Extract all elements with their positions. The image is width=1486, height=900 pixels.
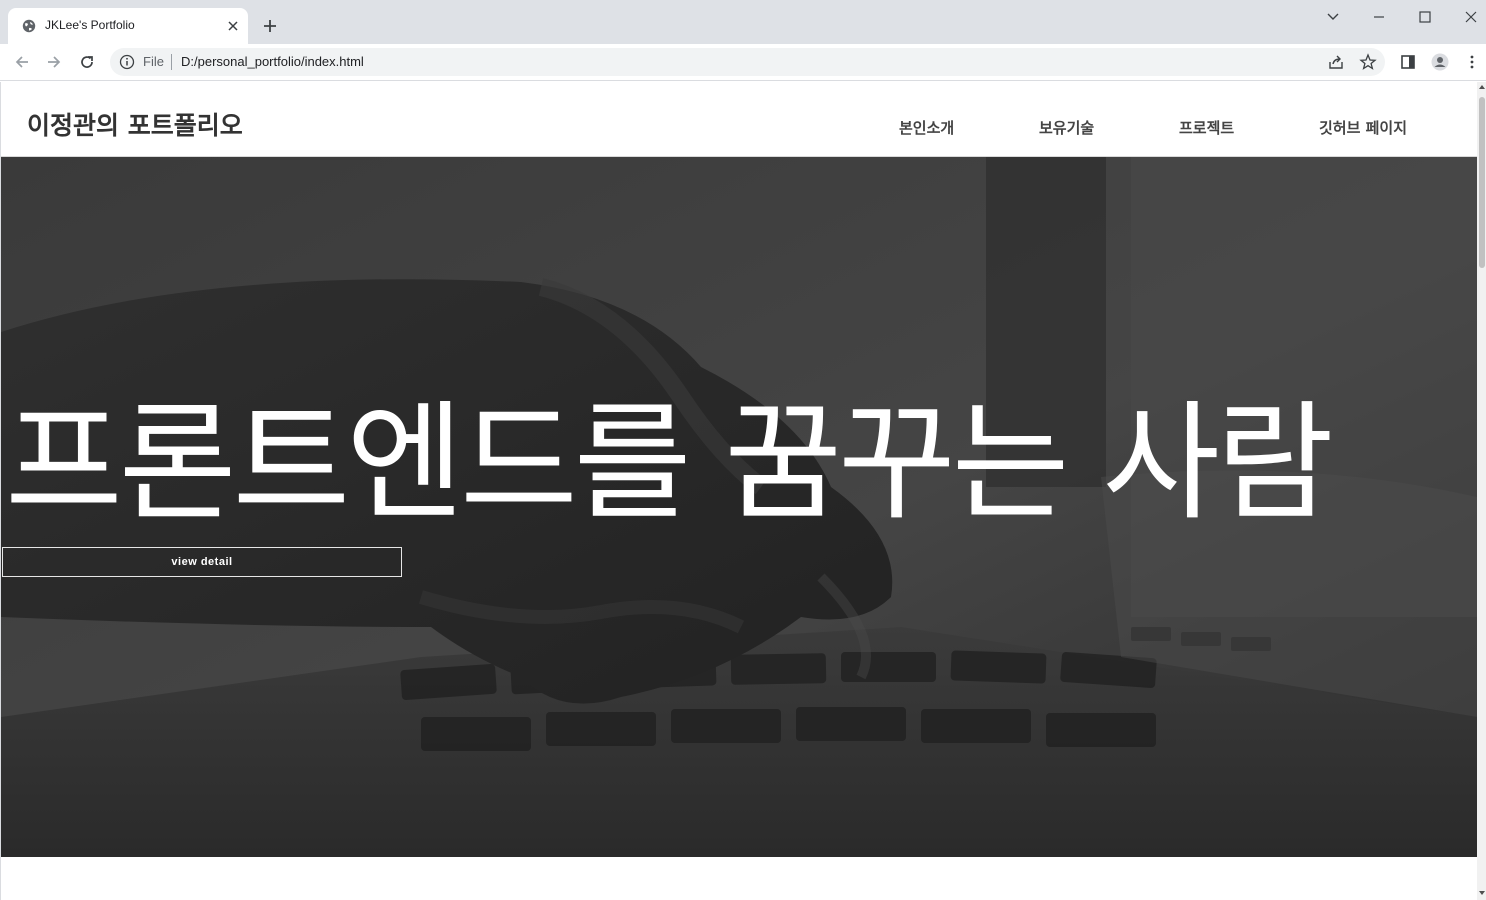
tab-title: JKLee's Portfolio: [45, 18, 135, 32]
tab-search-chevron-icon[interactable]: [1322, 8, 1344, 26]
nav-about[interactable]: 본인소개: [899, 117, 954, 138]
more-menu-icon[interactable]: [1463, 53, 1481, 71]
close-window-icon[interactable]: [1460, 8, 1482, 26]
hero-title: 프론트엔드를 꿈꾸는 사람: [5, 389, 1334, 538]
close-tab-icon[interactable]: [225, 18, 241, 34]
new-tab-icon[interactable]: [261, 17, 279, 35]
nav-github[interactable]: 깃허브 페이지: [1319, 117, 1407, 138]
browser-tab[interactable]: JKLee's Portfolio: [8, 8, 248, 44]
site-logo[interactable]: 이정관의 포트폴리오: [27, 106, 243, 142]
info-icon[interactable]: [119, 54, 135, 70]
globe-icon: [22, 19, 36, 33]
scroll-up-arrow-icon[interactable]: [1479, 84, 1485, 90]
page-below-hero: [1, 857, 1477, 900]
maximize-icon[interactable]: [1414, 8, 1436, 26]
nav-skills[interactable]: 보유기술: [1039, 117, 1094, 138]
bookmark-star-icon[interactable]: [1359, 53, 1377, 71]
nav-projects[interactable]: 프로젝트: [1179, 117, 1234, 138]
hero-section: 프론트엔드를 꿈꾸는 사람 view detail: [1, 157, 1477, 857]
side-panel-icon[interactable]: [1399, 53, 1417, 71]
scroll-down-arrow-icon[interactable]: [1479, 890, 1485, 896]
profile-avatar-icon[interactable]: [1431, 53, 1449, 71]
view-detail-button[interactable]: view detail: [2, 547, 402, 577]
reload-icon[interactable]: [78, 53, 96, 71]
scrollbar-thumb[interactable]: [1479, 97, 1485, 268]
forward-arrow-icon[interactable]: [45, 53, 63, 71]
site-header: 이정관의 포트폴리오 본인소개 보유기술 프로젝트 깃허브 페이지: [1, 82, 1477, 157]
share-icon[interactable]: [1327, 53, 1345, 71]
minimize-icon[interactable]: [1368, 8, 1390, 26]
back-arrow-icon[interactable]: [13, 53, 31, 71]
address-bar[interactable]: File D:/personal_portfolio/index.html: [110, 48, 1385, 76]
browser-toolbar: File D:/personal_portfolio/index.html: [0, 44, 1486, 81]
url-divider: [171, 54, 172, 70]
url-text[interactable]: D:/personal_portfolio/index.html: [181, 54, 364, 69]
url-scheme-label: File: [143, 54, 164, 69]
browser-tabstrip: JKLee's Portfolio: [0, 0, 1486, 44]
scrollbar[interactable]: [1477, 82, 1486, 900]
page-viewport: 이정관의 포트폴리오 본인소개 보유기술 프로젝트 깃허브 페이지 프론트엔드를…: [0, 82, 1486, 900]
